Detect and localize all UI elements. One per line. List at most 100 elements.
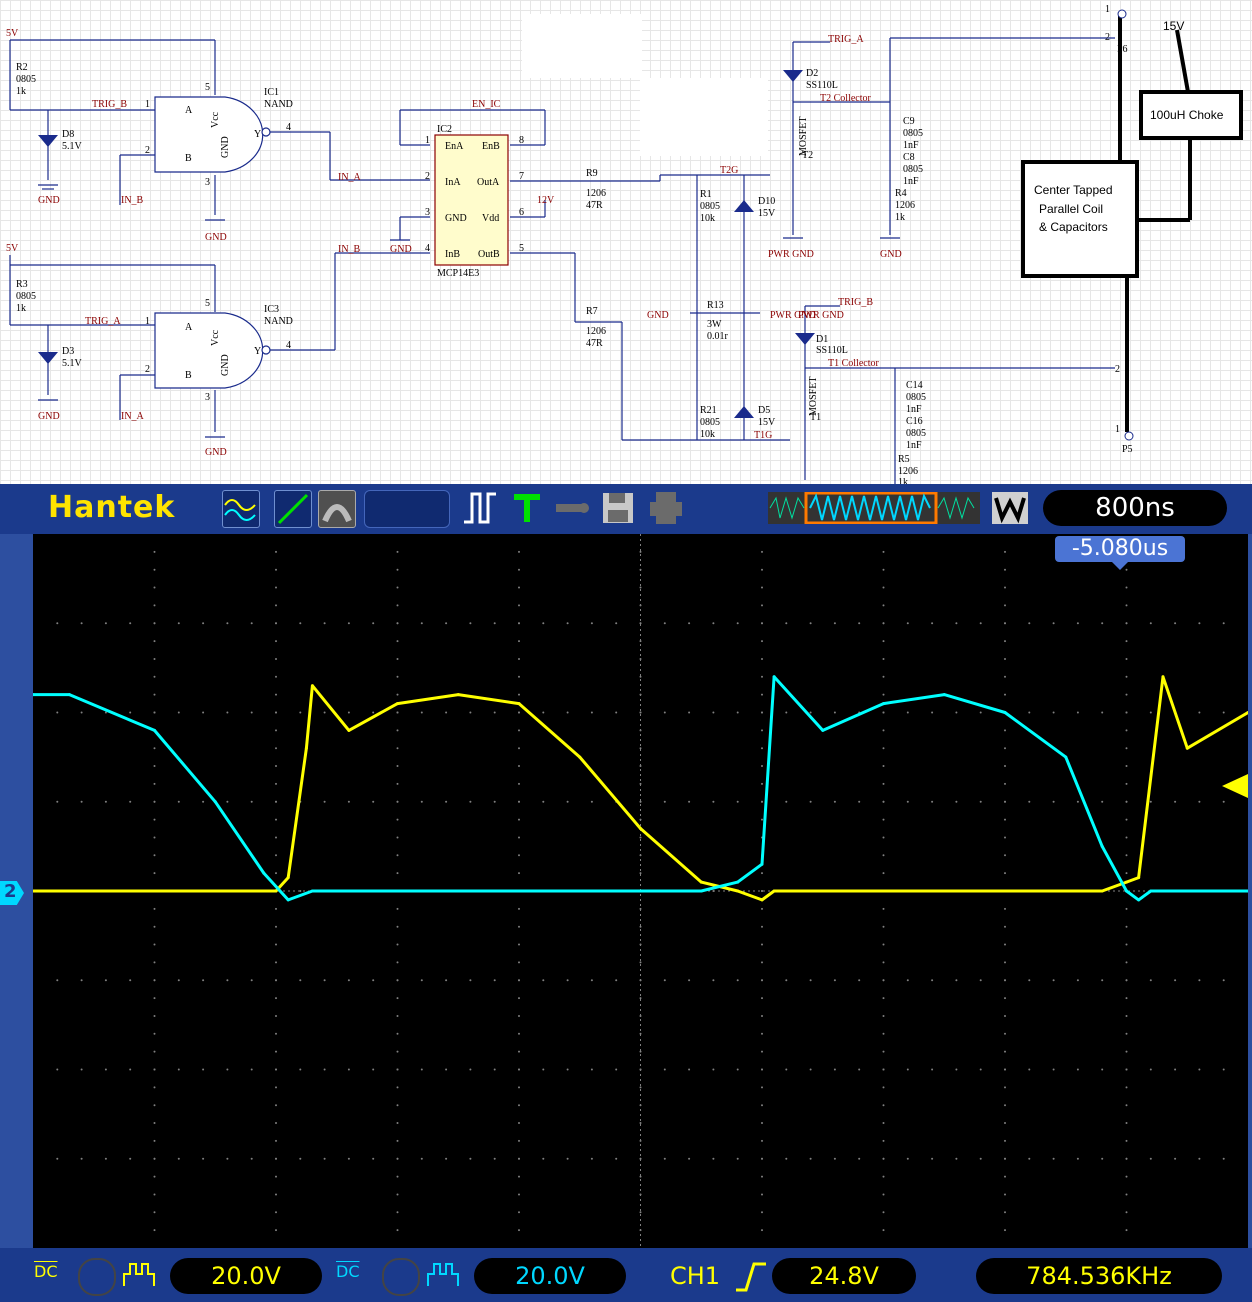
trigger-offset-marker[interactable]: -5.080us [1055,536,1185,562]
trigger-t-icon[interactable] [510,490,546,526]
c14-value: 1nF [906,404,922,415]
ic2-n8: 8 [519,135,524,146]
pwr-gnd-t1: PWR GND [798,310,844,321]
gnd-ic3: GND [205,447,227,458]
c8-ref: C8 [903,152,915,163]
pulse-trigger-icon[interactable] [462,490,498,526]
ic3-vcc: Vcc [210,329,221,346]
xy-mode-icon[interactable] [274,490,312,528]
trace-ch1-point [1185,746,1189,750]
net-12v: 12V [537,195,555,206]
d1-ref: D1 [816,334,828,345]
r3-ref: R3 [16,279,28,290]
zoom-w-button[interactable] [992,492,1028,524]
trace-ch2-point [821,728,825,732]
ch1-volts-div[interactable]: 20.0V [170,1258,322,1294]
trace-ch1-point [1137,876,1141,880]
trace-ch1-point [821,889,825,893]
print-icon[interactable] [648,490,684,526]
r13-value: 0.01r [707,331,729,342]
trace-ch1-point [92,889,96,893]
memory-overview[interactable] [768,491,980,525]
ic1-pin-b: B [185,153,192,164]
ic2-pin-gnd: GND [445,213,467,224]
save-icon[interactable] [600,490,636,526]
trace-ch1-point [396,702,399,706]
trace-ch1-point [286,876,290,880]
r2-ref: R2 [16,62,28,73]
d1-value: SS110L [816,345,848,356]
trace-ch1-point [772,889,776,893]
trigger-level-marker-icon[interactable] [1222,774,1248,798]
trace-ch2-point [736,880,740,884]
r2-size: 0805 [16,74,36,85]
ic2-pin-enb: EnB [482,141,500,152]
ch1-bw-limit-icon[interactable] [78,1258,116,1296]
ic2-ref: IC2 [437,124,452,135]
net-trig-b: TRIG_B [92,99,127,110]
ic1-gnd: GND [220,136,231,158]
ch1-probe-icon[interactable] [122,1260,158,1295]
waveform-display[interactable] [31,534,1250,1248]
trace-ch1-point [1161,675,1165,679]
ic2-n6: 6 [519,207,524,218]
ch2-coupling[interactable]: DC [336,1262,360,1281]
trace-ch1-point [347,728,351,732]
d8-value: 5.1V [62,141,83,152]
persistence-icon[interactable] [318,490,356,528]
ch2-probe-icon[interactable] [426,1260,462,1295]
p5-pin2: 2 [1115,364,1120,375]
r7-size: 1206 [586,326,606,337]
frequency-readout: 784.536KHz [976,1258,1222,1294]
trace-ch2-point [760,862,764,866]
c16-value: 1nF [906,440,922,451]
trace-ch2-point [772,675,776,679]
ch2-bw-limit-icon[interactable] [382,1258,420,1296]
ic2-pin-ina: InA [445,177,461,188]
gnd-c8: GND [880,249,902,260]
ic3-pin-a: A [185,322,193,333]
ic2-n5: 5 [519,243,524,254]
p5-pin1: 1 [1115,424,1120,435]
d5-ref: D5 [758,405,770,416]
probe-icon[interactable] [554,490,590,526]
ic2-n4: 4 [425,243,430,254]
waveform-chart [31,534,1250,1248]
trace-ch1-point [942,889,946,893]
d2-ref: D2 [806,68,818,79]
trace-ch2-point [262,871,266,875]
ic3-n1: 1 [145,316,150,327]
p6-pin2: 2 [1105,32,1110,43]
r3-value: 1k [16,303,26,314]
trace-ch2-point [1149,889,1153,893]
ic2-pin-vdd: Vdd [482,213,499,224]
ic1-vcc: Vcc [210,111,221,128]
rising-edge-icon[interactable] [734,1260,768,1297]
trigger-source[interactable]: CH1 [670,1262,720,1290]
ic3-out: Y [254,346,261,357]
ic1-out: Y [254,129,261,140]
coil-label-3: & Capacitors [1039,220,1108,234]
t1-type: MOSFET [808,377,819,416]
waveform-mode-icon[interactable] [222,490,260,528]
choke-label: 100uH Choke [1150,108,1224,122]
trigger-level[interactable]: 24.8V [772,1258,916,1294]
t2-type: MOSFET [798,117,809,156]
trace-ch2-point [396,889,399,893]
ic2-pin-ena: EnA [445,141,464,152]
trace-ch2-point [347,889,351,893]
timebase-display[interactable]: 800ns [1043,490,1227,526]
r13-ref: R13 [707,300,724,311]
r1-size: 0805 [700,201,720,212]
ic2-pin-outb: OutB [478,249,500,260]
r5-ref: R5 [898,454,910,465]
ic2-n1: 1 [425,135,430,146]
trace-ch1-point [153,889,156,893]
ch2-volts-div[interactable]: 20.0V [474,1258,626,1294]
r13-size: 3W [707,319,722,330]
net-in-a: IN_A [338,172,362,183]
r2-value: 1k [16,86,26,97]
ch2-ground-marker[interactable]: 2 [0,881,24,905]
c9-ref: C9 [903,116,915,127]
ch1-coupling[interactable]: DC [34,1262,58,1281]
